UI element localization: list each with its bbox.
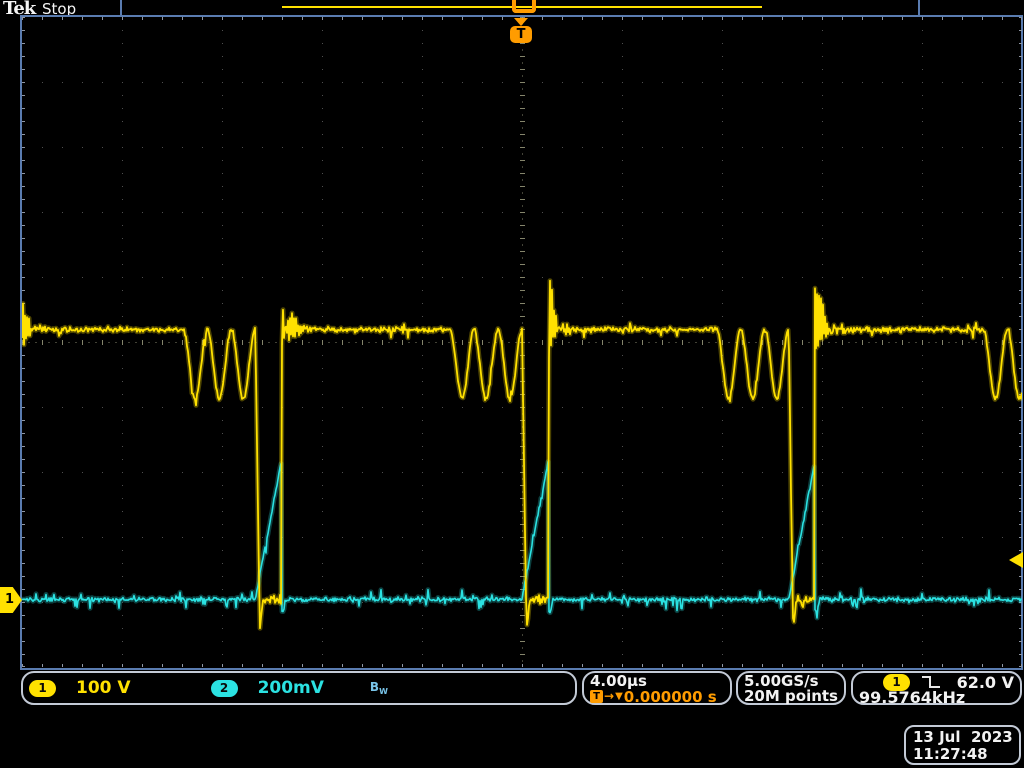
record-length: 20M points [744,689,838,704]
channel-readout-box: 1 100 V 2 200mV BW [21,671,577,705]
oscilloscope-screen: Tek Stop T 1 1 100 V 2 200mV BW 4.00µs T… [0,0,1024,768]
trigger-frequency: 99.5764kHz [859,690,1014,705]
bandwidth-limit-icon: BW [370,680,388,696]
ch1-ground-marker: 1 [0,587,22,613]
trigger-position-t-icon: T [510,26,532,43]
ch2-scale: 200mV [258,678,324,698]
trigger-position-readout: T → ▼ 0.000000 s [590,689,724,704]
trigger-position-value: 0.000000 s [624,688,717,706]
time-label: 11:27:48 [913,746,1012,763]
record-window-marker [512,0,536,13]
trigger-position-triangle-icon [514,18,528,26]
datetime-box: 13 Jul 2023 11:27:48 [904,725,1021,765]
waveform-display [22,17,1022,667]
horizontal-readout-box: 4.00µs T → ▼ 0.000000 s [582,671,732,705]
record-view-bar [120,0,920,15]
down-triangle-icon: ▼ [615,690,623,703]
date-label: 13 Jul 2023 [913,729,1012,746]
trigger-level-arrow-icon [1009,552,1023,568]
trigger-level: 62.0 V [957,673,1014,692]
acquisition-readout-box: 5.00GS/s 20M points [736,671,846,705]
trigger-t-small-icon: T [590,690,603,703]
ch1-badge: 1 [29,680,56,697]
right-arrow-icon: → [604,690,614,703]
ch2-badge: 2 [211,680,238,697]
ch1-scale: 100 V [76,678,131,698]
trigger-readout-box: 1 62.0 V 99.5764kHz [851,671,1022,705]
